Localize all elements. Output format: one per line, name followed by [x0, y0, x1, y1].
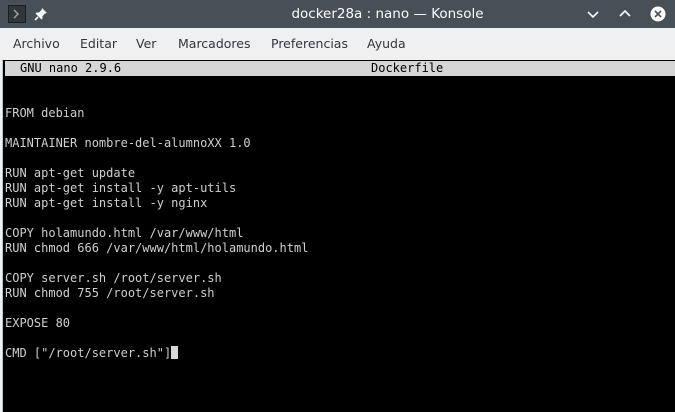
menu-ayuda[interactable]: Ayuda [367, 28, 406, 60]
title-bar[interactable]: docker28a : nano — Konsole [0, 0, 675, 28]
menu-archivo[interactable]: Archivo [13, 28, 60, 60]
code-line: EXPOSE 80 [5, 316, 71, 330]
maximize-icon[interactable] [617, 6, 633, 22]
close-icon[interactable] [650, 6, 666, 22]
code-line: MAINTAINER nombre-del-alumnoXX 1.0 [5, 136, 251, 150]
menu-ver[interactable]: Ver [136, 28, 156, 60]
menu-marcadores[interactable]: Marcadores [178, 28, 251, 60]
nano-header: GNU nano 2.9.6 Dockerfile [5, 61, 675, 76]
nano-filename: Dockerfile [371, 61, 444, 75]
code-line: COPY holamundo.html /var/www/html [5, 226, 244, 240]
code-line: COPY server.sh /root/server.sh [5, 271, 222, 285]
editor-buffer[interactable]: FROM debian MAINTAINER nombre-del-alumno… [5, 76, 675, 361]
minimize-icon[interactable] [585, 6, 601, 22]
menu-editar[interactable]: Editar [80, 28, 117, 60]
code-line-last: CMD ["/root/server.sh"] [5, 346, 675, 361]
window-title: docker28a : nano — Konsole [291, 6, 484, 22]
code-line: RUN apt-get install -y nginx [5, 196, 208, 210]
terminal-area[interactable]: GNU nano 2.9.6 Dockerfile FROM debian MA… [2, 60, 675, 412]
konsole-window: docker28a : nano — Konsole Archivo Edita… [0, 0, 675, 412]
code-line: RUN chmod 755 /root/server.sh [5, 286, 215, 300]
menu-preferencias[interactable]: Preferencias [271, 28, 348, 60]
text-cursor [171, 346, 179, 359]
code-line: RUN apt-get install -y apt-utils [5, 181, 237, 195]
nano-version: GNU nano 2.9.6 [20, 61, 122, 75]
code-line-text: CMD ["/root/server.sh"] [5, 346, 172, 360]
menu-bar: Archivo Editar Ver Marcadores Preferenci… [0, 28, 675, 60]
code-line: RUN apt-get update [5, 166, 136, 180]
code-line: RUN chmod 666 /var/www/html/holamundo.ht… [5, 241, 309, 255]
code-line: FROM debian [5, 106, 85, 120]
